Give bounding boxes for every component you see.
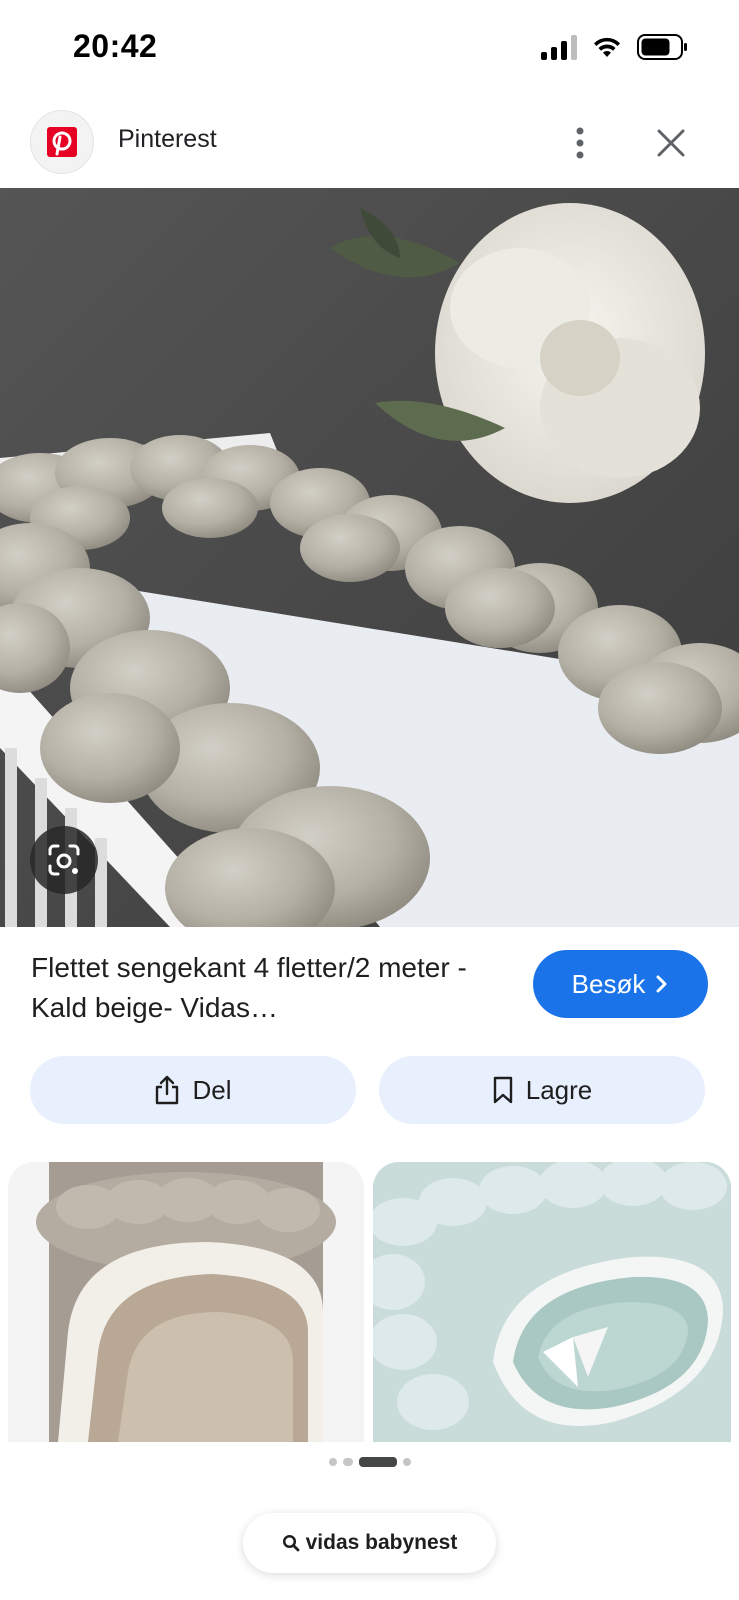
search-icon bbox=[282, 1534, 300, 1552]
chevron-right-icon bbox=[656, 975, 667, 993]
more-options-button[interactable] bbox=[556, 118, 604, 168]
close-button[interactable] bbox=[646, 118, 696, 168]
share-button[interactable]: Del bbox=[30, 1056, 356, 1124]
status-time: 20:42 bbox=[73, 28, 158, 64]
related-image-1[interactable] bbox=[8, 1162, 364, 1442]
mint-babynest-image bbox=[373, 1162, 731, 1442]
status-icons bbox=[541, 34, 689, 60]
app-title: Pinterest bbox=[118, 125, 217, 153]
pager bbox=[0, 1457, 739, 1467]
search-query: vidas babynest bbox=[305, 1531, 458, 1554]
more-vert-icon bbox=[576, 127, 584, 159]
header: Pinterest bbox=[0, 100, 739, 188]
share-icon bbox=[156, 1075, 179, 1105]
pager-dot[interactable] bbox=[342, 1458, 353, 1466]
share-label: Del bbox=[192, 1074, 232, 1105]
bookmark-icon bbox=[493, 1076, 512, 1104]
save-button[interactable]: Lagre bbox=[379, 1056, 705, 1124]
pager-dot[interactable] bbox=[402, 1458, 411, 1466]
braided-bumper-image bbox=[0, 188, 739, 927]
visit-button[interactable]: Besøk bbox=[533, 950, 708, 1018]
save-label: Lagre bbox=[525, 1074, 593, 1105]
pager-dot-active[interactable] bbox=[358, 1457, 397, 1467]
search-chip[interactable]: vidas babynest bbox=[243, 1513, 496, 1573]
pinterest-logo-icon[interactable] bbox=[30, 110, 94, 174]
status-bar: 20:42 bbox=[0, 0, 739, 100]
cellular-signal-icon bbox=[541, 34, 577, 60]
beige-babynest-image bbox=[36, 1162, 336, 1442]
main-image[interactable] bbox=[0, 188, 739, 927]
close-icon bbox=[657, 129, 685, 157]
battery-icon bbox=[637, 34, 687, 60]
google-lens-icon bbox=[48, 844, 80, 876]
wifi-icon bbox=[594, 37, 620, 57]
related-image-2[interactable] bbox=[373, 1162, 731, 1442]
result-title[interactable]: Flettet sengekant 4 fletter/2 meter -Kal… bbox=[31, 948, 491, 1028]
visit-label: Besøk bbox=[571, 968, 646, 999]
pager-dot[interactable] bbox=[328, 1458, 337, 1466]
google-lens-button[interactable] bbox=[30, 826, 98, 894]
